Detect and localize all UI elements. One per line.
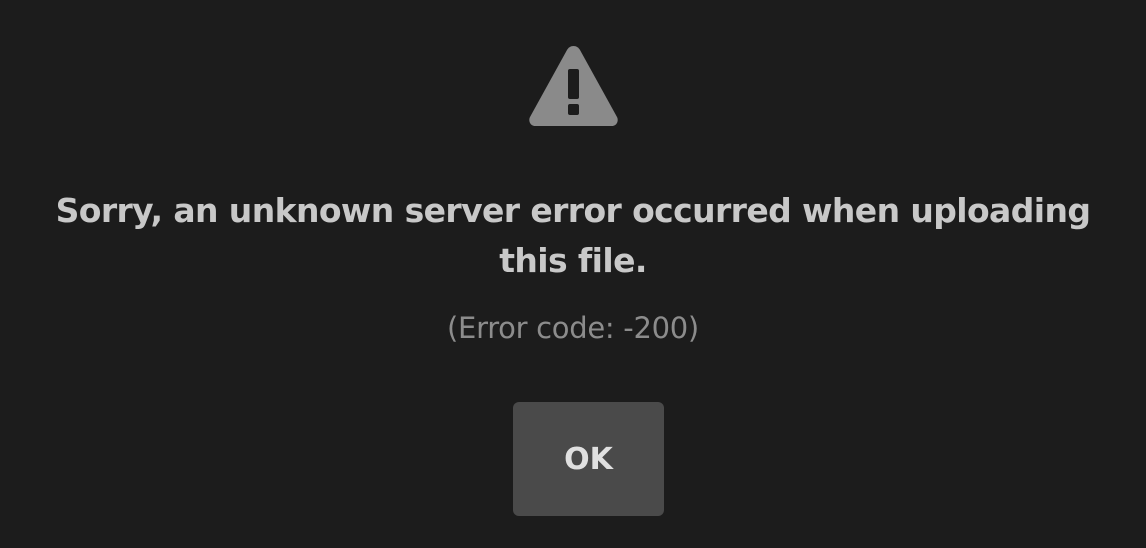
error-message: Sorry, an unknown server error occurred …	[55, 191, 1091, 280]
warning-triangle-icon	[527, 42, 620, 128]
ok-button[interactable]: OK	[513, 402, 664, 516]
error-dialog: Sorry, an unknown server error occurred …	[0, 0, 1146, 548]
error-code-text: (Error code: -200)	[447, 311, 699, 345]
